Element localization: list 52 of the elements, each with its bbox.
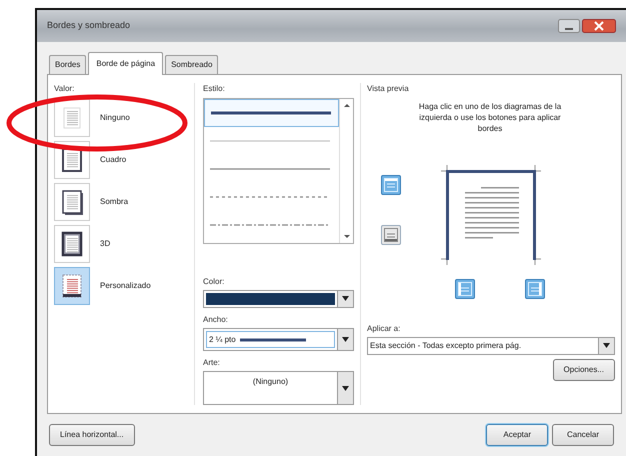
setting-label: Cuadro: [100, 154, 126, 166]
art-label: Arte:: [203, 357, 221, 370]
setting-label: 3D: [100, 238, 110, 250]
line-sample-icon: [211, 111, 331, 115]
preview-label: Vista previa: [367, 83, 410, 95]
apply-dropdown[interactable]: Esta sección - Todas excepto primera pág.: [367, 336, 615, 355]
close-icon[interactable]: [582, 19, 616, 33]
dropdown-arrow-icon: [342, 337, 349, 342]
setting-label: Personalizado: [100, 280, 151, 292]
preview-instructions: Haga clic en uno de los diagramas de la izquierda o use los botones para aplicar bordes: [418, 101, 562, 135]
border-bottom-icon: [383, 226, 399, 243]
dropdown-arrow-icon: [342, 386, 349, 391]
border-right-icon: [527, 280, 543, 297]
art-value: (Ninguno): [252, 377, 288, 386]
setting-label: Ninguno: [100, 112, 130, 124]
width-label: Ancho:: [203, 314, 229, 326]
border-bottom-button[interactable]: [381, 224, 401, 245]
ok-button[interactable]: Aceptar: [486, 424, 548, 446]
border-top-button[interactable]: [381, 174, 401, 195]
cancel-button[interactable]: Cancelar: [552, 424, 614, 446]
setting-option[interactable]: [54, 183, 90, 221]
apply-value: Esta sección - Todas excepto primera pág.: [370, 340, 522, 352]
apply-label: Aplicar a:: [367, 322, 402, 335]
minimize-icon[interactable]: [558, 19, 580, 33]
horizontal-line-button[interactable]: Línea horizontal...: [49, 424, 135, 446]
dropdown-arrow-icon: [603, 343, 610, 348]
setting-option[interactable]: [54, 225, 90, 263]
tab[interactable]: Bordes: [49, 55, 86, 74]
art-dropdown[interactable]: (Ninguno): [203, 371, 354, 405]
line-sample-icon: [210, 167, 330, 171]
width-value: 2 ¼ pto: [209, 334, 236, 346]
options-button[interactable]: Opciones...: [552, 358, 615, 381]
border-left-icon: [457, 280, 473, 297]
line-sample-icon: [210, 195, 330, 199]
line-sample-icon: [210, 139, 330, 143]
setting-option[interactable]: [54, 267, 90, 305]
setting-label: Sombra: [100, 196, 128, 208]
line-sample-icon: [240, 338, 306, 342]
border-right-button[interactable]: [525, 278, 545, 299]
line-sample-icon: [210, 223, 330, 227]
line-style-option[interactable]: [204, 99, 339, 127]
width-dropdown[interactable]: 2 ¼ pto: [203, 328, 354, 352]
color-dropdown[interactable]: [203, 290, 354, 308]
border-left-button[interactable]: [455, 278, 475, 299]
tab[interactable]: Borde de página: [88, 52, 164, 75]
style-label: Estilo:: [203, 83, 226, 95]
window-title: Bordes y sombreado: [47, 19, 130, 32]
color-label: Color:: [203, 276, 226, 288]
border-top-icon: [383, 176, 399, 193]
tab[interactable]: Sombreado: [165, 55, 218, 74]
dropdown-arrow-icon: [342, 296, 349, 302]
setting-label: Valor:: [54, 83, 76, 95]
